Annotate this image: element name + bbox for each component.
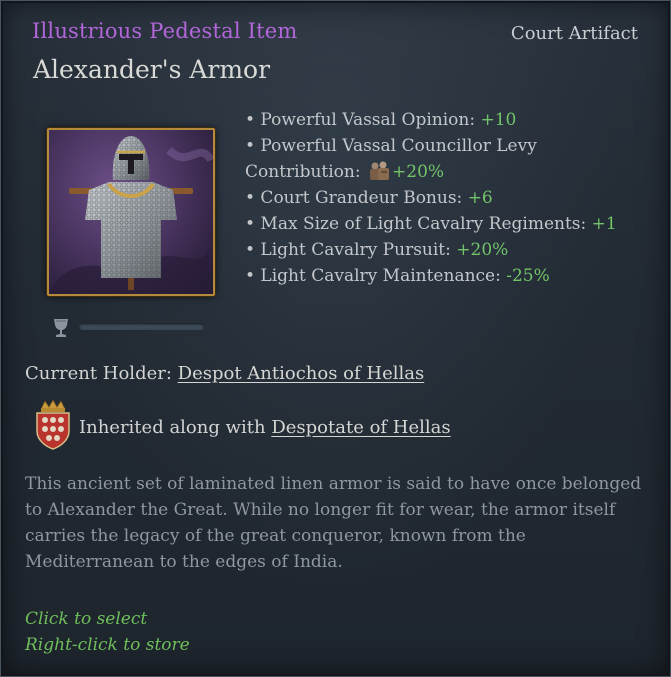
modifier-value: +20% (392, 162, 445, 182)
modifier-label: • Light Cavalry Maintenance: (245, 266, 507, 286)
modifier-row: • Court Grandeur Bonus: +6 (245, 185, 645, 211)
modifier-value: +10 (480, 110, 517, 130)
modifier-label: • Court Grandeur Bonus: (245, 188, 468, 208)
category-label: Court Artifact (510, 23, 638, 44)
coat-of-arms-icon[interactable] (31, 399, 75, 455)
select-hint: Click to select (25, 609, 148, 629)
levy-icon (367, 160, 391, 182)
modifier-label: • Light Cavalry Pursuit: (245, 240, 457, 260)
modifier-value: -25% (506, 266, 550, 286)
inheritance-label: Inherited along with (79, 417, 272, 438)
goblet-icon (51, 317, 71, 343)
modifier-value: +20% (456, 240, 509, 260)
modifier-label: • Max Size of Light Cavalry Regiments: (245, 214, 592, 234)
modifier-row: • Light Cavalry Maintenance: -25% (245, 263, 645, 289)
modifier-row: • Max Size of Light Cavalry Regiments: +… (245, 211, 645, 237)
holder-link[interactable]: Despot Antiochos of Hellas (178, 363, 425, 384)
quality-bar (79, 323, 204, 330)
artifact-description: This ancient set of laminated linen armo… (25, 474, 642, 572)
modifier-row: • Powerful Vassal Opinion: +10 (245, 107, 645, 133)
inheritance-text: Inherited along with Despotate of Hellas (79, 417, 451, 438)
modifier-row: • Powerful Vassal Councillor Levy Contri… (245, 133, 645, 185)
modifier-label: • Powerful Vassal Opinion: (245, 110, 481, 130)
current-holder-row: Current Holder: Despot Antiochos of Hell… (25, 363, 424, 384)
holder-label: Current Holder: (25, 363, 178, 384)
modifier-row: • Light Cavalry Pursuit: +20% (245, 237, 645, 263)
modifier-list: • Powerful Vassal Opinion: +10 • Powerfu… (245, 107, 645, 289)
artifact-title: Alexander's Armor (33, 55, 271, 84)
title-link[interactable]: Despotate of Hellas (271, 417, 450, 438)
modifier-value: +1 (591, 214, 617, 234)
armor-artifact-icon (47, 128, 215, 296)
modifier-value: +6 (467, 188, 493, 208)
artifact-tooltip: Illustrious Pedestal Item Court Artifact… (0, 0, 671, 677)
rarity-label: Illustrious Pedestal Item (32, 19, 298, 43)
store-hint: Right-click to store (25, 635, 190, 655)
